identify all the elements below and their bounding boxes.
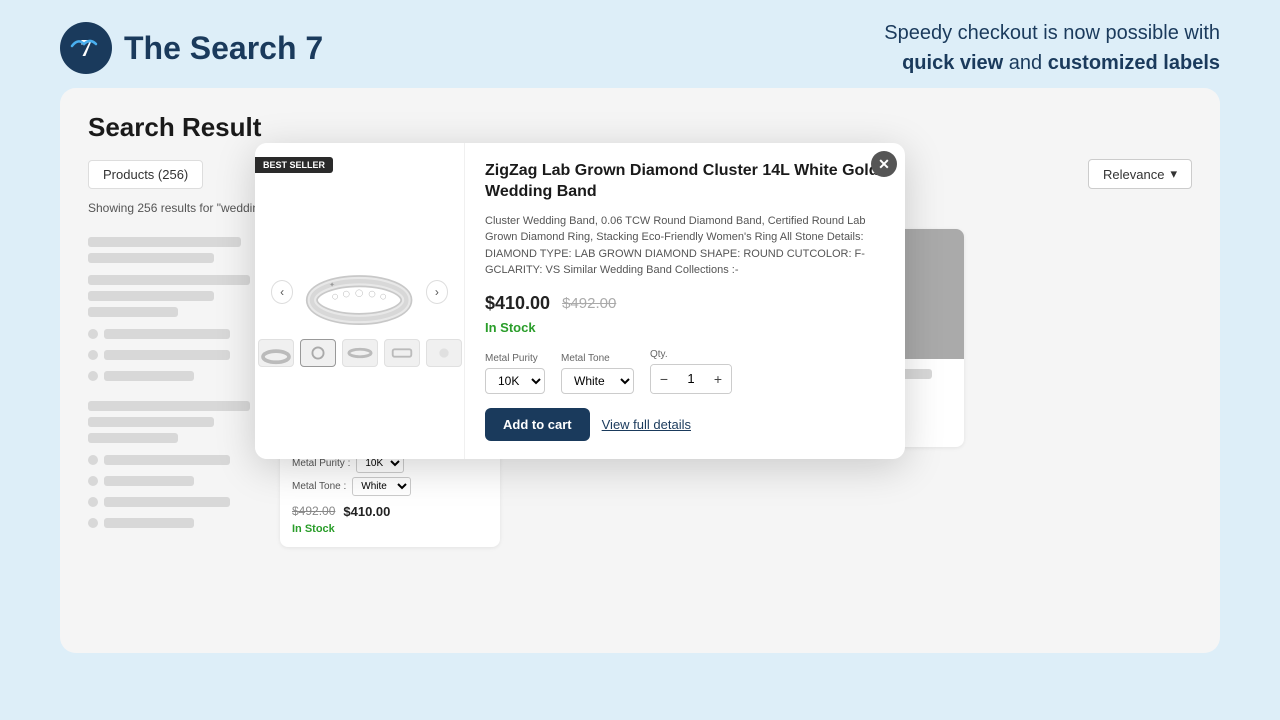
popup-prev-btn[interactable]: ‹ (271, 280, 293, 304)
logo-text: The Search 7 (124, 30, 323, 67)
skeleton-filters (88, 229, 268, 547)
popup-badge: BEST SELLER (255, 157, 333, 173)
popup-title: ZigZag Lab Grown Diamond Cluster 14L Whi… (485, 161, 885, 203)
main-container: Search Result Products (256) Relevance (60, 88, 1220, 653)
logo-icon: 7 (60, 22, 112, 74)
store-ui: Search Result Products (256) Relevance (60, 88, 1220, 653)
qty-input[interactable] (677, 371, 705, 386)
popup-price-sale: $410.00 (485, 293, 550, 314)
page-title: Search Result (88, 112, 1192, 143)
popup-details: ZigZag Lab Grown Diamond Cluster 14L Whi… (465, 143, 905, 459)
popup-metal-tone-select[interactable]: WhiteYellowRose (561, 368, 634, 394)
popup-image-nav: ‹ ✦ › (271, 254, 448, 329)
qty-control: − + (650, 364, 732, 394)
popup-thumb-5[interactable] (426, 339, 462, 367)
price-sale-1: $410.00 (343, 504, 390, 519)
logo-area: 7 The Search 7 (60, 22, 323, 74)
header: 7 The Search 7 Speedy checkout is now po… (0, 0, 1280, 88)
price-row-1: $492.00 $410.00 (292, 504, 488, 519)
popup-price-original: $492.00 (562, 295, 616, 312)
price-original-1: $492.00 (292, 504, 335, 518)
svg-text:✦: ✦ (329, 282, 335, 290)
popup-ring-svg: ✦ (299, 254, 419, 329)
popup-next-btn[interactable]: › (426, 280, 448, 304)
popup-metal-purity-group: Metal Purity 10K14K18K (485, 353, 545, 394)
popup-options-row: Metal Purity 10K14K18K Metal Tone WhiteY… (485, 349, 885, 394)
popup-metal-tone-group: Metal Tone WhiteYellowRose (561, 353, 634, 394)
popup-thumb-2[interactable] (300, 339, 336, 367)
quick-view-popup: ✕ BEST SELLER ‹ (255, 143, 905, 459)
product-options-1: Metal Purity : 10K14K18K Metal Tone : Wh… (292, 454, 488, 496)
tagline: Speedy checkout is now possible with qui… (884, 18, 1220, 78)
relevance-button[interactable]: Relevance ▾ (1088, 159, 1192, 189)
popup-metal-purity-label: Metal Purity (485, 353, 545, 364)
popup-qty-label: Qty. (650, 349, 732, 360)
products-count: Products (256) (88, 160, 203, 189)
view-full-details-button[interactable]: View full details (602, 417, 691, 432)
popup-image-section: BEST SELLER ‹ ✦ (255, 143, 465, 459)
popup-metal-tone-label: Metal Tone (561, 353, 634, 364)
popup-in-stock: In Stock (485, 320, 885, 335)
qty-minus-btn[interactable]: − (651, 365, 677, 393)
popup-actions: Add to cart View full details (485, 408, 885, 441)
in-stock-1: In Stock (292, 523, 488, 535)
qty-plus-btn[interactable]: + (705, 365, 731, 393)
popup-thumb-3[interactable] (342, 339, 378, 367)
popup-price-row: $410.00 $492.00 (485, 293, 885, 314)
popup-thumb-4[interactable] (384, 339, 420, 367)
popup-qty-group: Qty. − + (650, 349, 732, 394)
popup-thumb-1[interactable] (258, 339, 294, 367)
close-button[interactable]: ✕ (871, 151, 897, 177)
popup-desc: Cluster Wedding Band, 0.06 TCW Round Dia… (485, 213, 885, 279)
metal-tone-select-1[interactable]: WhiteYellowRose (352, 477, 411, 496)
popup-thumbnails (258, 339, 462, 367)
metal-tone-row-1: Metal Tone : WhiteYellowRose (292, 477, 488, 496)
popup-metal-purity-select[interactable]: 10K14K18K (485, 368, 545, 394)
add-to-cart-button[interactable]: Add to cart (485, 408, 590, 441)
